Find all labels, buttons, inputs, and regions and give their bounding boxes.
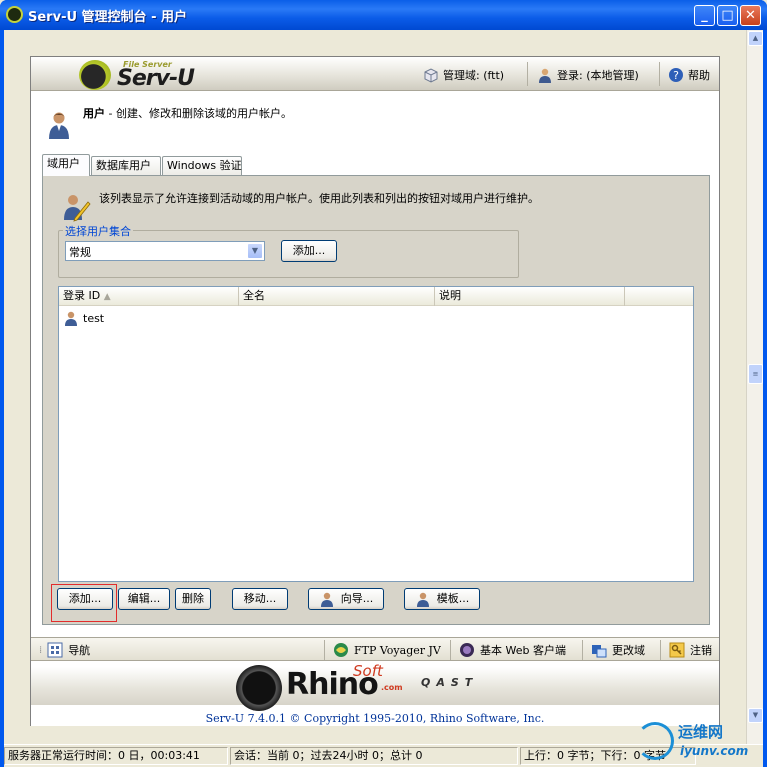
window-title: Serv-U 管理控制台 - 用户	[28, 10, 187, 25]
sort-ascending-icon: ▲	[103, 292, 111, 302]
web-client-item[interactable]: 基本 Web 客户端	[459, 641, 566, 659]
chevron-down-icon[interactable]: ▼	[247, 243, 263, 259]
key-icon	[669, 642, 685, 658]
template-button-label: 模板...	[436, 592, 470, 605]
navigation-bar: ⁞ 导航 FTP Voyager JV 基本 Web 客户端 更改域 注销	[31, 637, 719, 661]
rhino-logo-emblem	[236, 665, 282, 711]
nav-divider	[660, 640, 661, 660]
change-domain-label: 更改域	[612, 644, 645, 657]
ftp-voyager-label: FTP Voyager JV	[354, 643, 441, 657]
vertical-scrollbar[interactable]: ▲ ≡ ▼	[746, 30, 763, 744]
manage-domain-item[interactable]: 管理域: (ftt)	[423, 66, 504, 84]
servu-logo: File Server Serv-U	[31, 57, 231, 91]
edit-user-button[interactable]: 编辑...	[118, 588, 170, 610]
grip-icon: ⁞	[39, 644, 43, 656]
page-title: 用户 - 创建、修改和删除该域的用户帐户。	[83, 105, 292, 121]
servu-app-icon	[6, 6, 23, 23]
user-collection-group: 选择用户集合 常规 ▼ 添加...	[58, 223, 519, 278]
close-button[interactable]: ✕	[740, 5, 761, 26]
domain-users-pane: 该列表显示了允许连接到活动域的用户帐户。使用此列表和列出的按钮对域用户进行维护。…	[42, 175, 710, 625]
wizard-button-label: 向导...	[340, 592, 374, 605]
collection-select[interactable]: 常规 ▼	[65, 241, 265, 261]
login-label: 登录: (本地管理)	[557, 69, 639, 82]
admin-user-icon	[539, 68, 551, 83]
pane-info-text: 该列表显示了允许连接到活动域的用户帐户。使用此列表和列出的按钮对域用户进行维护。	[99, 192, 539, 205]
web-client-label: 基本 Web 客户端	[480, 644, 566, 657]
help-item[interactable]: ? 帮助	[668, 66, 710, 84]
user-login-id: test	[83, 311, 105, 325]
watermark-cn: 运维网	[678, 723, 724, 741]
tab-domain-users[interactable]: 域用户	[42, 154, 90, 176]
status-sessions: 会话：当前 0；过去24小时 0；总计 0	[230, 747, 518, 765]
minimize-button[interactable]: _	[694, 5, 715, 26]
toolbar-divider	[527, 62, 528, 86]
watermark: 运维网 iyunv.com	[632, 718, 767, 767]
edit-users-icon	[64, 195, 91, 222]
wizard-user-icon	[320, 592, 333, 607]
user-icon	[49, 112, 69, 139]
watermark-url: iyunv.com	[680, 744, 749, 758]
scroll-up-icon[interactable]: ▲	[748, 31, 763, 46]
domain-box-icon	[424, 68, 438, 83]
column-login-id-label: 登录 ID	[63, 289, 101, 302]
nav-divider	[582, 640, 583, 660]
collection-select-value: 常规	[69, 246, 91, 259]
template-user-icon	[416, 592, 429, 607]
logout-item[interactable]: 注销	[669, 641, 712, 659]
title-bar[interactable]: Serv-U 管理控制台 - 用户 _ □ ✕	[0, 0, 767, 30]
column-description[interactable]: 说明	[435, 287, 625, 306]
rhino-logo-soft: Soft	[353, 662, 383, 680]
copyright-text: Serv-U 7.4.0.1 © Copyright 1995-2010, Rh…	[205, 712, 545, 725]
scroll-thumb[interactable]: ≡	[748, 364, 763, 384]
svg-text:?: ?	[673, 69, 679, 82]
servu-logo-emblem	[79, 60, 111, 90]
delete-user-button[interactable]: 删除	[175, 588, 211, 610]
move-user-button[interactable]: 移动...	[232, 588, 288, 610]
navigation-label: 导航	[68, 644, 91, 657]
top-toolbar: File Server Serv-U 管理域: (ftt) 登录: (本地管理)…	[31, 57, 719, 91]
template-button[interactable]: 模板...	[404, 588, 480, 610]
ftp-voyager-icon	[334, 643, 348, 657]
navigation-item[interactable]: ⁞ 导航	[39, 641, 90, 659]
list-item[interactable]: test	[63, 309, 104, 327]
tab-database-users[interactable]: 数据库用户	[91, 156, 161, 176]
change-domain-icon	[592, 645, 607, 658]
collection-group-label: 选择用户集合	[63, 223, 133, 239]
add-user-button[interactable]: 添加...	[57, 588, 113, 610]
change-domain-item[interactable]: 更改域	[591, 641, 645, 659]
tab-windows-auth[interactable]: Windows 验证	[162, 156, 242, 176]
web-client-icon	[460, 643, 474, 657]
page-description: - 创建、修改和删除该域的用户帐户。	[108, 107, 292, 120]
nav-divider	[450, 640, 451, 660]
list-header: 登录 ID ▲ 全名 说明	[59, 287, 693, 306]
users-list[interactable]: 登录 ID ▲ 全名 说明 test	[58, 286, 694, 582]
help-label: 帮助	[688, 69, 710, 82]
logo-text: Serv-U	[117, 66, 195, 91]
qast-logo: QAST	[421, 676, 479, 689]
toolbar-divider	[659, 62, 660, 86]
logout-label: 注销	[690, 644, 712, 657]
wizard-button[interactable]: 向导...	[308, 588, 384, 610]
user-icon	[65, 311, 77, 326]
action-buttons: 添加... 编辑... 删除 移动... 向导... 模板...	[43, 584, 709, 622]
navigation-icon	[47, 642, 63, 658]
login-item[interactable]: 登录: (本地管理)	[537, 66, 639, 84]
column-full-name[interactable]: 全名	[239, 287, 435, 306]
add-collection-button[interactable]: 添加...	[281, 240, 337, 262]
column-login-id[interactable]: 登录 ID ▲	[59, 287, 239, 306]
footer: Rhino Soft .com QAST Serv-U 7.4.0.1 © Co…	[31, 662, 719, 726]
main-panel: File Server Serv-U 管理域: (ftt) 登录: (本地管理)…	[30, 56, 720, 726]
watermark-logo	[636, 722, 674, 760]
status-uptime: 服务器正常运行时间：0 日，00:03:41	[4, 747, 228, 765]
maximize-button[interactable]: □	[717, 5, 738, 26]
page-title-text: 用户	[83, 107, 105, 120]
manage-domain-label: 管理域: (ftt)	[443, 69, 505, 82]
nav-divider	[324, 640, 325, 660]
help-icon: ?	[669, 68, 683, 82]
rhino-logo-com: .com	[381, 683, 403, 692]
ftp-voyager-item[interactable]: FTP Voyager JV	[333, 641, 441, 659]
